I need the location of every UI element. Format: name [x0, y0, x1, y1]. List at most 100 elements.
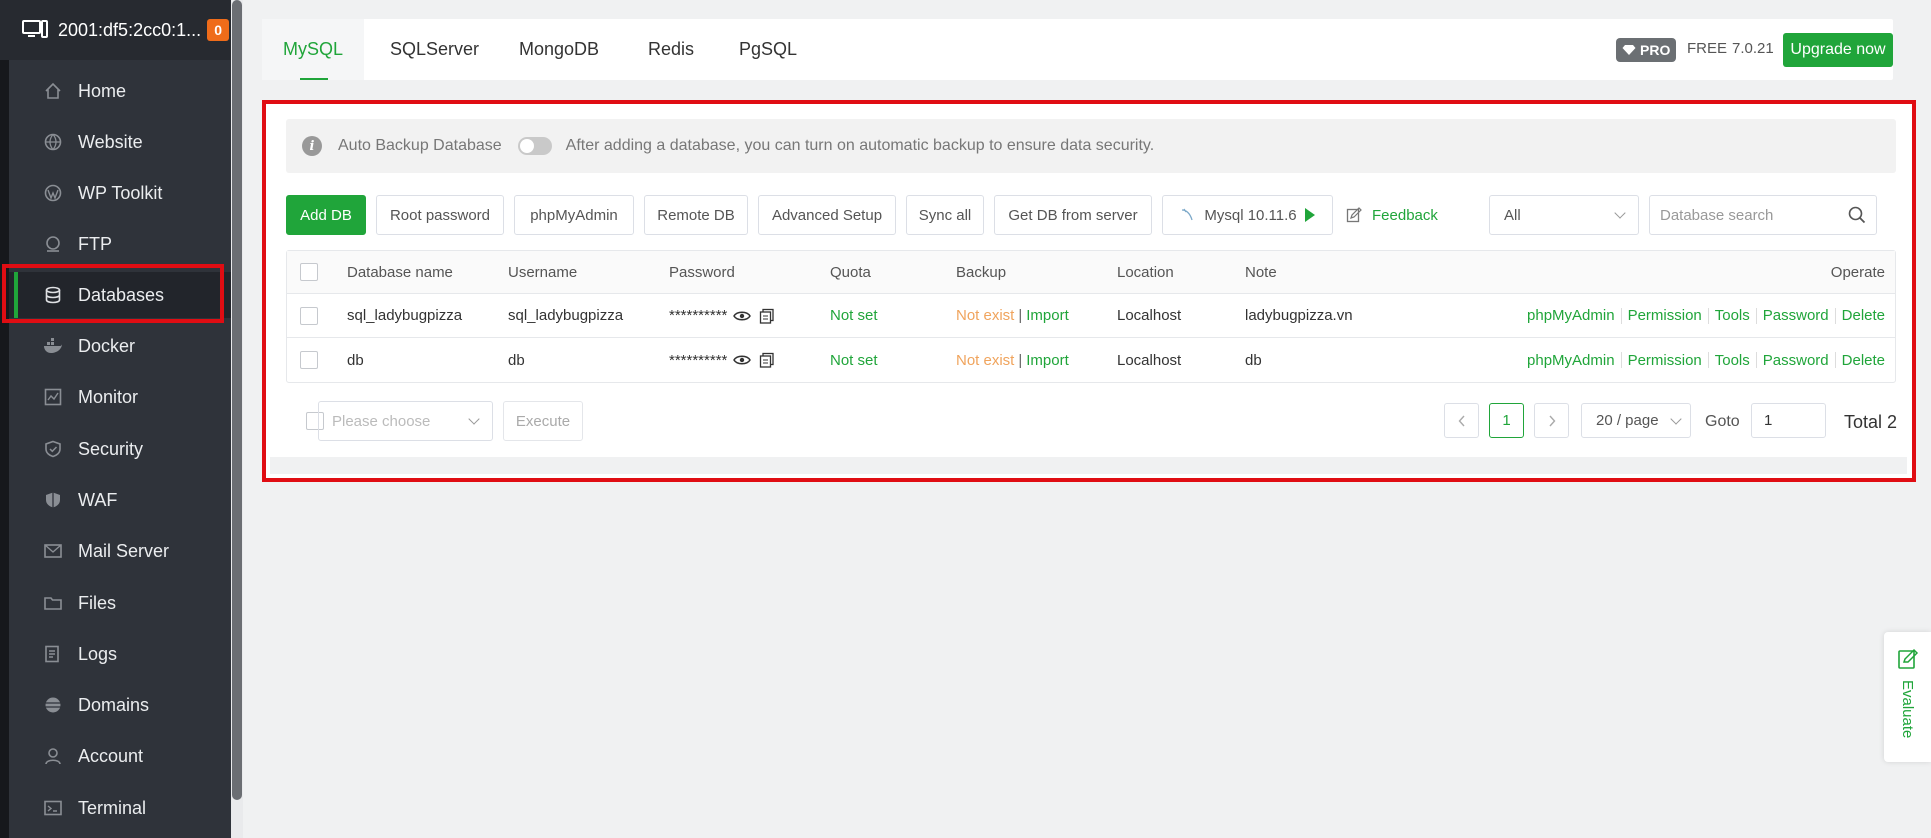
- sidebar-item-security[interactable]: Security: [9, 426, 231, 472]
- sidebar-item-domains[interactable]: Domains: [9, 682, 231, 728]
- advanced-setup-button[interactable]: Advanced Setup: [758, 195, 896, 235]
- docker-icon: [43, 336, 63, 356]
- column-database-name[interactable]: Database name: [347, 251, 453, 293]
- column-quota: Quota: [830, 263, 871, 281]
- server-selector[interactable]: 2001:df5:2cc0:1... 0: [0, 0, 231, 60]
- password-link[interactable]: Password: [1763, 352, 1829, 369]
- auto-backup-title: Auto Backup Database: [338, 137, 502, 154]
- remote-db-button[interactable]: Remote DB: [644, 195, 748, 235]
- sidebar-item-mail-server[interactable]: Mail Server: [9, 528, 231, 574]
- sync-all-button[interactable]: Sync all: [906, 195, 984, 235]
- auto-backup-toggle[interactable]: [517, 137, 552, 155]
- user-icon: [43, 746, 63, 766]
- sidebar-item-label: Monitor: [78, 386, 139, 407]
- tab-sqlserver[interactable]: SQLServer: [390, 19, 479, 80]
- goto-page-input[interactable]: 1: [1751, 403, 1826, 438]
- quota-link[interactable]: Not set: [830, 338, 878, 382]
- sidebar-item-label: Home: [78, 80, 127, 101]
- select-all-checkbox[interactable]: [300, 263, 318, 281]
- database-table: Database name Username Password Quota Ba…: [286, 250, 1896, 383]
- chevron-left-icon: [1458, 415, 1465, 426]
- password-link[interactable]: Password: [1763, 307, 1829, 324]
- sidebar-item-waf[interactable]: WAF: [9, 477, 231, 523]
- database-filter-select[interactable]: All: [1489, 195, 1639, 235]
- note[interactable]: ladybugpizza.vn: [1245, 294, 1353, 337]
- backup-status[interactable]: Not exist: [956, 352, 1014, 369]
- sidebar-item-terminal[interactable]: Terminal: [9, 785, 231, 831]
- separator: |: [1018, 307, 1023, 324]
- root-password-button[interactable]: Root password: [376, 195, 504, 235]
- search-icon[interactable]: [1848, 206, 1866, 224]
- tools-link[interactable]: Tools: [1715, 307, 1750, 324]
- permission-link[interactable]: Permission: [1628, 307, 1702, 324]
- globe-icon: [43, 132, 63, 152]
- row-operations: phpMyAdmin Permission Tools Password Del…: [1527, 338, 1885, 382]
- add-db-button[interactable]: Add DB: [286, 195, 366, 235]
- note[interactable]: db: [1245, 338, 1262, 382]
- database-name: db: [347, 351, 364, 369]
- quota-link[interactable]: Not set: [830, 294, 878, 337]
- page-size-select[interactable]: 20 / page: [1581, 403, 1691, 438]
- pro-badge[interactable]: PRO: [1616, 38, 1677, 62]
- scrollbar-thumb[interactable]: [232, 0, 242, 800]
- eye-icon[interactable]: [733, 310, 752, 322]
- sidebar-item-monitor[interactable]: Monitor: [9, 374, 231, 420]
- phpmyadmin-link[interactable]: phpMyAdmin: [1527, 352, 1615, 369]
- get-db-from-server-button[interactable]: Get DB from server: [994, 195, 1152, 235]
- prev-page-button[interactable]: [1444, 403, 1479, 438]
- chevron-right-icon: [1548, 415, 1555, 426]
- wordpress-icon: [43, 183, 63, 203]
- ftp-icon: [43, 234, 63, 254]
- home-icon: [43, 81, 63, 101]
- copy-icon[interactable]: [759, 308, 775, 324]
- eye-icon[interactable]: [733, 354, 752, 366]
- feedback-link[interactable]: Feedback: [1346, 195, 1438, 235]
- column-note: Note: [1245, 263, 1277, 281]
- username: sql_ladybugpizza: [508, 307, 624, 324]
- tab-mysql[interactable]: MySQL: [262, 19, 364, 80]
- total-count: Total 2: [1844, 412, 1898, 432]
- filter-value: All: [1504, 206, 1521, 224]
- sidebar-item-wp-toolkit[interactable]: WP Toolkit: [9, 170, 231, 216]
- tab-redis[interactable]: Redis: [648, 19, 694, 80]
- evaluate-button[interactable]: Evaluate: [1884, 632, 1931, 762]
- next-page-button[interactable]: [1534, 403, 1569, 438]
- delete-link[interactable]: Delete: [1842, 352, 1885, 369]
- sidebar-item-account[interactable]: Account: [9, 733, 231, 779]
- database-search-input[interactable]: Database search: [1649, 195, 1877, 235]
- import-link[interactable]: Import: [1026, 307, 1069, 324]
- sidebar-item-label: Files: [78, 592, 117, 613]
- separator: |: [1018, 351, 1023, 369]
- column-backup: Backup: [956, 263, 1007, 281]
- row-checkbox[interactable]: [300, 351, 318, 369]
- sidebar-item-files[interactable]: Files: [9, 580, 231, 626]
- delete-link[interactable]: Delete: [1842, 307, 1885, 324]
- import-link[interactable]: Import: [1026, 352, 1069, 369]
- tab-pgsql[interactable]: PgSQL: [739, 19, 797, 80]
- page-number[interactable]: 1: [1489, 403, 1524, 438]
- sidebar-item-logs[interactable]: Logs: [9, 631, 231, 677]
- batch-action-select[interactable]: Please choose: [318, 401, 493, 441]
- highlight-box-databases: [2, 264, 224, 323]
- upgrade-now-button[interactable]: Upgrade now: [1783, 33, 1893, 67]
- table-row: db db ********** Not set Not exist | Imp…: [287, 338, 1895, 382]
- permission-link[interactable]: Permission: [1628, 352, 1702, 369]
- backup-status[interactable]: Not exist: [956, 307, 1014, 324]
- row-checkbox[interactable]: [300, 306, 318, 325]
- phpmyadmin-link[interactable]: phpMyAdmin: [1527, 307, 1615, 324]
- execute-button[interactable]: Execute: [503, 401, 583, 441]
- tab-mongodb[interactable]: MongoDB: [519, 19, 599, 80]
- chevron-down-icon: [1670, 413, 1682, 425]
- sidebar-item-ftp[interactable]: FTP: [9, 221, 231, 267]
- tools-link[interactable]: Tools: [1715, 352, 1750, 369]
- sidebar-item-home[interactable]: Home: [9, 68, 231, 114]
- phpmyadmin-button[interactable]: phpMyAdmin: [514, 195, 634, 235]
- mysql-version-button[interactable]: Mysql 10.11.6: [1162, 195, 1333, 235]
- free-label: FREE: [1687, 40, 1728, 57]
- sidebar-item-label: Account: [78, 745, 144, 766]
- notification-badge[interactable]: 0: [207, 19, 230, 41]
- sidebar-scrollbar[interactable]: [231, 0, 243, 838]
- sidebar-item-website[interactable]: Website: [9, 119, 231, 165]
- copy-icon[interactable]: [759, 352, 775, 368]
- sidebar-item-docker[interactable]: Docker: [9, 323, 231, 369]
